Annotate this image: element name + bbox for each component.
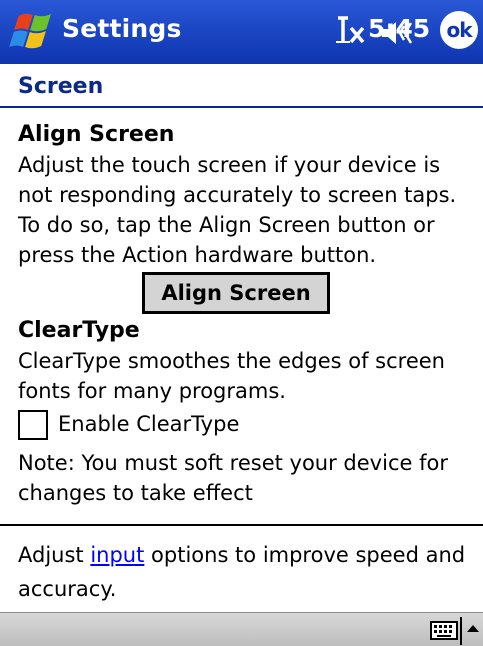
clock[interactable]: 5:45 [368,14,430,43]
align-section-title: Align Screen [18,122,175,147]
cleartype-description: ClearType smoothes the edges of screen f… [18,349,445,403]
menu-bar [0,612,483,646]
divider [0,524,483,526]
input-options-link[interactable]: input [90,543,144,567]
footer-text: Adjust input options to improve speed an… [18,538,478,606]
keyboard-icon[interactable] [430,618,464,644]
footer-prefix: Adjust [18,543,91,567]
cleartype-note: Note: You must soft reset your device fo… [18,451,448,505]
enable-cleartype-label[interactable]: Enable ClearType [58,412,239,436]
cleartype-section-title: ClearType [18,318,140,343]
align-screen-button[interactable]: Align Screen [142,272,330,314]
enable-cleartype-checkbox[interactable] [18,410,48,440]
page-title: Screen [18,74,104,99]
ok-button[interactable]: ok [440,11,478,49]
app-title: Settings [62,14,182,43]
title-bar: Settings 5:45 ok [0,0,483,64]
sip-divider [460,617,462,645]
sip-arrow-icon[interactable] [465,619,481,641]
page-header: Screen [0,64,483,108]
align-description: Adjust the touch screen if your device i… [18,153,457,267]
windows-start-icon[interactable] [6,8,56,56]
